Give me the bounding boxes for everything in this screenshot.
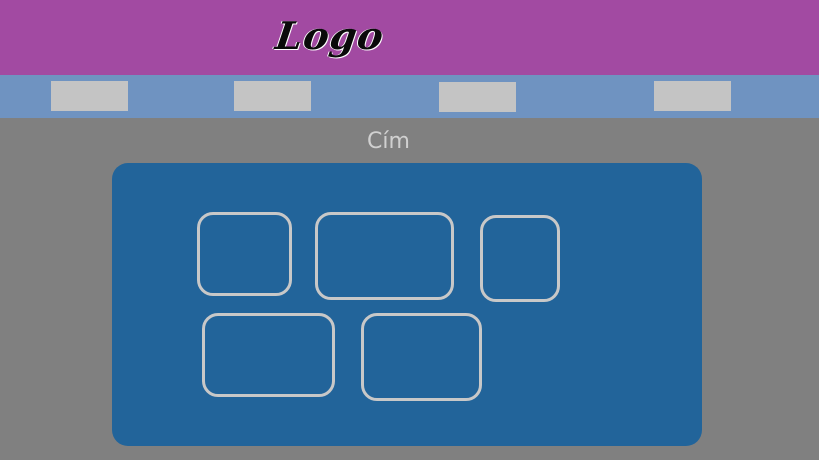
nav-item-4[interactable] — [654, 81, 731, 111]
content-card[interactable] — [197, 212, 292, 296]
page: Logo Cím — [0, 0, 819, 460]
header-bar: Logo — [0, 0, 819, 75]
logo[interactable]: Logo — [272, 8, 388, 64]
content-card[interactable] — [202, 313, 335, 397]
content-panel — [112, 163, 702, 446]
navigation-bar — [0, 75, 819, 118]
page-title: Cím — [367, 129, 410, 154]
nav-item-2[interactable] — [234, 81, 311, 111]
content-card[interactable] — [361, 313, 482, 401]
nav-item-1[interactable] — [51, 81, 128, 111]
content-card[interactable] — [315, 212, 454, 300]
content-card[interactable] — [480, 215, 560, 302]
nav-item-3[interactable] — [439, 82, 516, 112]
